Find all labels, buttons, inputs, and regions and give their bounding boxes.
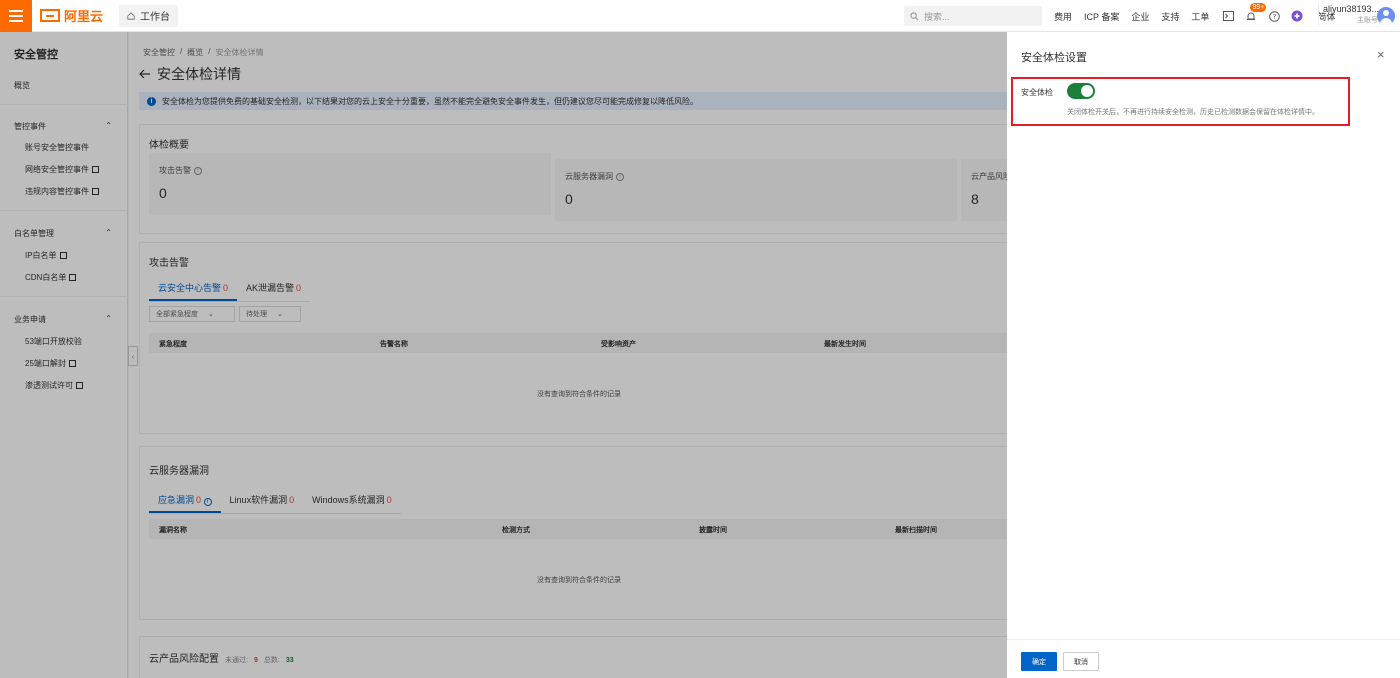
nav-ticket[interactable]: 工单 [1191,10,1209,23]
ai-assistant-icon[interactable] [1290,9,1304,23]
toggle-knob [1081,85,1093,97]
toggle-description: 关闭体检开关后，不再进行持续安全检测，历史已检测数据会保留在体检详情中。 [1067,109,1319,116]
search-icon [910,11,919,20]
drawer-title: 安全体检设置 [1021,52,1087,64]
home-icon [127,11,135,20]
nav-enterprise[interactable]: 企业 [1131,10,1149,23]
help-icon[interactable]: ? [1267,9,1281,23]
account-type: 主账号 [1357,17,1378,24]
aliyun-logo[interactable]: 阿里云 [40,6,103,25]
security-check-toggle[interactable] [1067,83,1095,99]
close-icon[interactable]: × [1377,48,1385,61]
terminal-icon[interactable] [1221,9,1235,23]
settings-drawer: 安全体检设置 × 安全体检 关闭体检开关后，不再进行持续安全检测，历史已检测数据… [1007,32,1400,678]
user-info[interactable]: aliyun38193... 主账号 [1318,4,1380,26]
logo-mark-icon [40,9,60,22]
bell-icon[interactable]: 99+ [1244,3,1267,23]
workbench-button[interactable]: 工作台 [119,4,179,27]
avatar[interactable] [1377,7,1395,25]
toggle-label: 安全体检 [1021,88,1053,97]
svg-text:?: ? [1273,13,1277,21]
brand-name: 阿里云 [64,9,104,24]
nav-fees[interactable]: 费用 [1054,10,1072,23]
top-nav: 费用 ICP 备案 企业 支持 工单 99+ ? 简体 [1054,0,1347,32]
highlight-box [1011,77,1350,126]
modal-overlay[interactable] [0,32,1007,678]
nav-support[interactable]: 支持 [1161,10,1179,23]
confirm-button[interactable]: 确定 [1021,652,1057,671]
workbench-label: 工作台 [140,12,171,23]
cancel-button[interactable]: 取消 [1063,652,1099,671]
search-input[interactable]: 搜索... [904,6,1042,26]
search-placeholder: 搜索... [924,11,950,22]
hamburger-menu-icon[interactable] [0,0,32,32]
nav-icp[interactable]: ICP 备案 [1084,10,1119,23]
notification-badge: 99+ [1250,3,1267,12]
username: aliyun38193... [1323,4,1380,14]
drawer-footer-divider [1007,639,1400,640]
